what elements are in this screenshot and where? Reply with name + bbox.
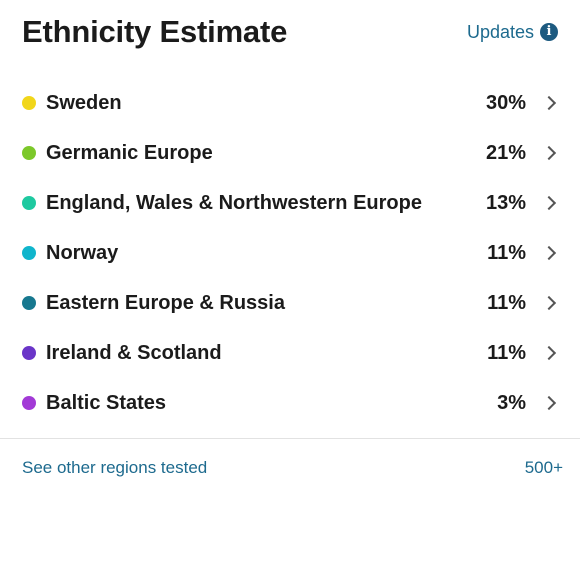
region-row-baltic-states[interactable]: Baltic States 3% <box>0 378 580 428</box>
info-icon[interactable]: i <box>540 23 558 41</box>
region-row-germanic-europe[interactable]: Germanic Europe 21% <box>0 128 580 178</box>
region-name: Eastern Europe & Russia <box>46 292 285 314</box>
region-row-ireland-scotland[interactable]: Ireland & Scotland 11% <box>0 328 580 378</box>
region-percent: 11% <box>487 292 526 314</box>
see-other-regions-link[interactable]: See other regions tested <box>22 455 207 481</box>
region-row-england-wales-nw-europe[interactable]: England, Wales & Northwestern Europe 13% <box>0 178 580 228</box>
region-row-norway[interactable]: Norway 11% <box>0 228 580 278</box>
region-percent: 11% <box>487 242 526 264</box>
region-name: Sweden <box>46 92 122 114</box>
region-name: England, Wales & Northwestern Europe <box>46 192 422 214</box>
region-name: Norway <box>46 242 119 264</box>
region-row-sweden[interactable]: Sweden 30% <box>0 78 580 128</box>
chevron-right-icon[interactable] <box>541 345 557 361</box>
updates-label: Updates <box>466 22 534 42</box>
chevron-right-icon[interactable] <box>541 95 557 111</box>
other-regions-count[interactable]: 500+ <box>525 455 563 481</box>
region-name: Germanic Europe <box>46 142 213 164</box>
region-percent: 11% <box>487 342 526 364</box>
divider <box>0 438 580 439</box>
card-header: Ethnicity Estimate Updates i <box>22 12 558 52</box>
region-name: Baltic States <box>46 392 167 414</box>
region-color-dot <box>22 196 36 210</box>
region-color-dot <box>22 396 36 410</box>
region-color-dot <box>22 246 36 260</box>
region-percent: 13% <box>485 192 526 214</box>
page-title: Ethnicity Estimate <box>22 14 288 49</box>
ethnicity-estimate-card: Ethnicity Estimate Updates i Sweden 30% … <box>0 0 580 580</box>
chevron-right-icon[interactable] <box>541 145 557 161</box>
region-row-eastern-europe-russia[interactable]: Eastern Europe & Russia 11% <box>0 278 580 328</box>
region-color-dot <box>22 146 36 160</box>
region-name: Ireland & Scotland <box>46 342 222 364</box>
region-color-dot <box>22 96 36 110</box>
chevron-right-icon[interactable] <box>541 395 557 411</box>
chevron-right-icon[interactable] <box>541 245 557 261</box>
region-percent: 3% <box>497 392 526 414</box>
updates-link[interactable]: Updates i <box>467 20 558 44</box>
region-color-dot <box>22 346 36 360</box>
chevron-right-icon[interactable] <box>541 295 557 311</box>
region-percent: 21% <box>485 142 526 164</box>
region-percent: 30% <box>485 92 526 114</box>
chevron-right-icon[interactable] <box>541 195 557 211</box>
region-color-dot <box>22 296 36 310</box>
card-footer: See other regions tested 500+ <box>22 455 563 481</box>
region-list: Sweden 30% Germanic Europe 21% England, … <box>0 78 580 428</box>
